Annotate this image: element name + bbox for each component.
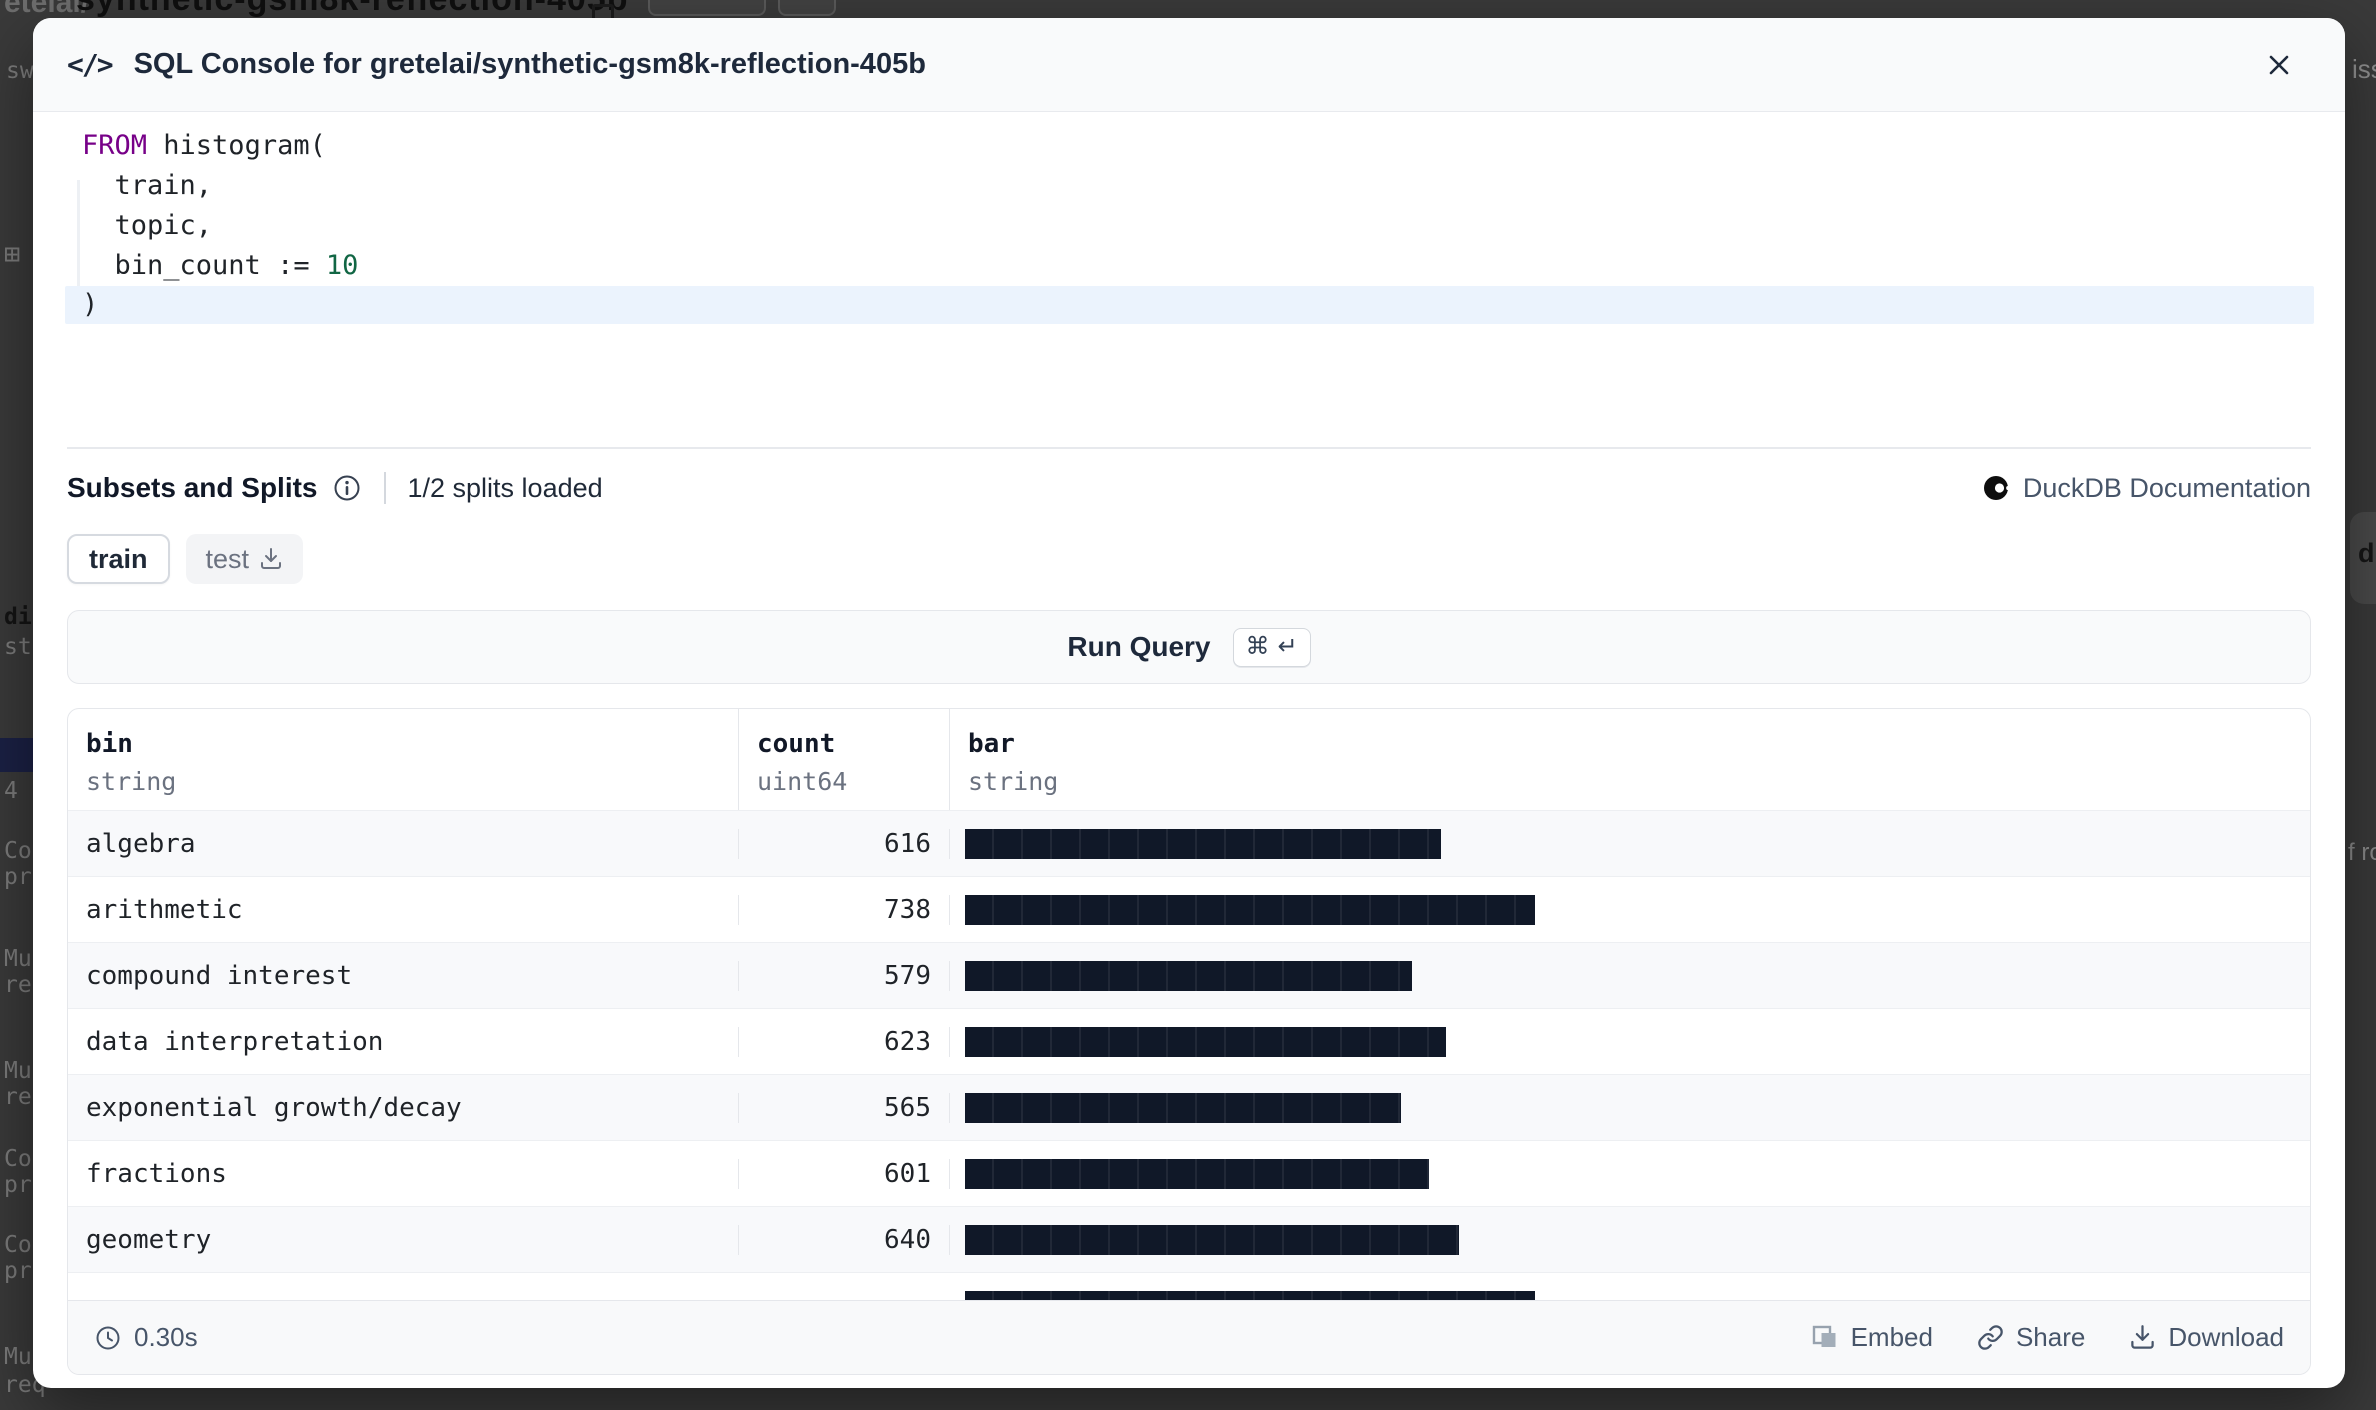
- share-button[interactable]: Share: [1977, 1322, 2085, 1353]
- split-button-test[interactable]: test: [186, 534, 304, 584]
- modal-title: SQL Console for gretelai/synthetic-gsm8k…: [134, 48, 926, 81]
- sql-editor[interactable]: FROM histogram( train, topic, bin_count …: [33, 126, 2345, 447]
- backdrop-fragment: sw: [6, 58, 34, 84]
- embed-button[interactable]: Embed: [1812, 1322, 1933, 1353]
- histogram-bar: [965, 1225, 1459, 1255]
- sql-keyword: FROM: [82, 130, 147, 161]
- column-header-count[interactable]: count uint64: [739, 709, 950, 810]
- table-row[interactable]: geometry 640: [68, 1206, 2310, 1272]
- embed-icon: [1812, 1324, 1839, 1351]
- column-header-bin[interactable]: bin string: [68, 709, 739, 810]
- subsets-title: Subsets and Splits: [67, 472, 318, 504]
- table-row-clipped[interactable]: [68, 1272, 2310, 1300]
- results-table: bin string count uint64 bar string algeb…: [67, 708, 2311, 1375]
- close-button[interactable]: [2261, 47, 2297, 83]
- duckdb-logo-icon: [1983, 474, 2011, 502]
- keyboard-shortcut-badge: ⌘ ↵: [1233, 628, 1311, 667]
- subsets-header-row: Subsets and Splits 1/2 splits loaded Duc…: [67, 466, 2311, 510]
- info-icon[interactable]: [332, 473, 362, 503]
- table-header-row: bin string count uint64 bar string: [68, 709, 2310, 810]
- query-duration: 0.30s: [94, 1322, 198, 1353]
- download-button[interactable]: Download: [2129, 1322, 2284, 1353]
- table-row[interactable]: fractions 601: [68, 1140, 2310, 1206]
- backdrop-selected-band: [0, 738, 33, 772]
- table-row[interactable]: data interpretation 623: [68, 1008, 2310, 1074]
- table-footer: 0.30s Embed S: [68, 1300, 2310, 1374]
- table-row[interactable]: algebra 616: [68, 810, 2310, 876]
- histogram-bar: [965, 1027, 1446, 1057]
- backdrop-fragment: f row: [2348, 840, 2376, 866]
- table-row[interactable]: exponential growth/decay 565: [68, 1074, 2310, 1140]
- table-row[interactable]: arithmetic 738: [68, 876, 2310, 942]
- splits-row: train test: [67, 534, 2311, 584]
- duckdb-doc-link[interactable]: DuckDB Documentation: [1983, 473, 2311, 504]
- split-button-train[interactable]: train: [67, 534, 170, 584]
- modal-header: </> SQL Console for gretelai/synthetic-g…: [33, 18, 2345, 112]
- copy-icon: [592, 4, 614, 18]
- histogram-bar: [965, 895, 1535, 925]
- histogram-bar: [965, 1093, 1401, 1123]
- clock-icon: [94, 1324, 122, 1352]
- splits-loaded-text: 1/2 splits loaded: [408, 473, 603, 504]
- sql-console-modal: </> SQL Console for gretelai/synthetic-g…: [33, 18, 2345, 1388]
- run-query-label: Run Query: [1067, 631, 1210, 663]
- download-icon: [259, 547, 283, 571]
- close-icon: [2263, 49, 2295, 81]
- histogram-bar: [965, 1159, 1429, 1189]
- sql-number: 10: [326, 250, 359, 281]
- download-icon: [2129, 1324, 2156, 1351]
- code-icon: </>: [67, 48, 112, 81]
- enter-key-icon: ↵: [1278, 632, 1298, 661]
- histogram-bar: [965, 1291, 1535, 1300]
- code-line: train,: [33, 166, 2345, 206]
- backdrop-count-pill: [778, 0, 836, 16]
- backdrop-dataset-title: synthetic-gsm8k-reflection-405b: [76, 0, 629, 18]
- backdrop-page-header: etelai/ synthetic-gsm8k-reflection-405b: [0, 0, 2376, 18]
- run-query-button[interactable]: Run Query ⌘ ↵: [67, 610, 2311, 684]
- code-line: bin_count := 10: [33, 246, 2345, 286]
- vertical-separator: [384, 472, 386, 504]
- section-divider: [67, 447, 2311, 449]
- code-line-active: ): [65, 286, 2314, 324]
- duration-label: 0.30s: [134, 1322, 198, 1353]
- histogram-bar: [965, 829, 1441, 859]
- column-header-bar[interactable]: bar string: [950, 709, 2310, 810]
- code-line: FROM histogram(: [33, 126, 2345, 166]
- backdrop-fragment: issa: [2352, 56, 2376, 82]
- histogram-bar: [965, 961, 1412, 991]
- cmd-key-icon: ⌘: [1246, 632, 1270, 661]
- code-line: topic,: [33, 206, 2345, 246]
- table-row[interactable]: compound interest 579: [68, 942, 2310, 1008]
- backdrop-button-pill: d: [2350, 512, 2376, 604]
- backdrop-like-pill: [648, 0, 766, 16]
- share-link-icon: [1977, 1324, 2004, 1351]
- duckdb-doc-label: DuckDB Documentation: [2023, 473, 2311, 504]
